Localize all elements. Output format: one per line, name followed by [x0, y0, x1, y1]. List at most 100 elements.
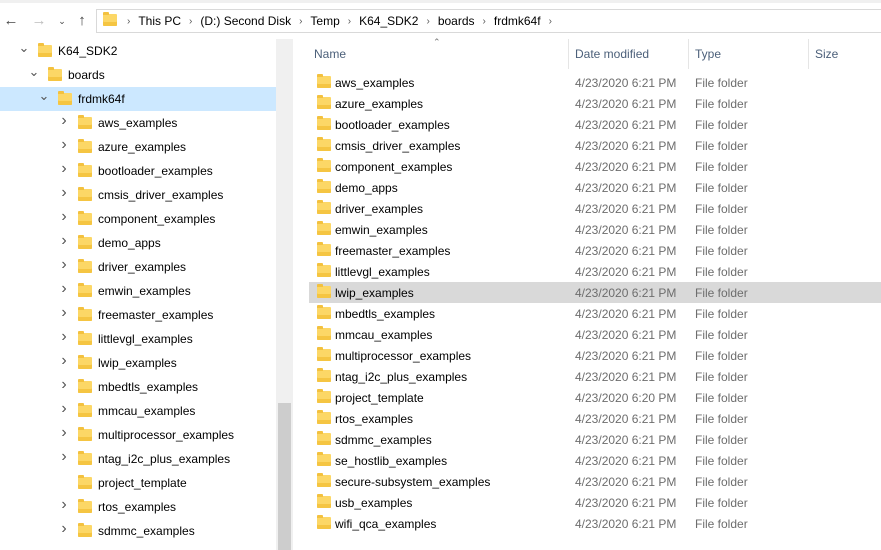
column-divider[interactable] — [688, 39, 689, 69]
column-divider[interactable] — [568, 39, 569, 69]
tree-item[interactable]: › mmcau_examples — [0, 399, 276, 423]
file-row[interactable]: demo_apps 4/23/2020 6:21 PM File folder — [309, 177, 881, 198]
chevron-down-icon[interactable]: ⌄ — [28, 65, 40, 78]
address-bar[interactable]: › This PC › (D:) Second Disk › Temp › K64_SDK2 ›… — [96, 9, 881, 33]
chevron-right-icon[interactable]: › — [58, 377, 70, 393]
file-name: usb_examples — [335, 496, 413, 510]
file-row[interactable]: multiprocessor_examples 4/23/2020 6:21 PM… — [309, 345, 881, 366]
tree-item[interactable]: › littlevgl_examples — [0, 327, 276, 351]
chevron-right-icon[interactable]: › — [58, 161, 70, 177]
tree-item[interactable]: › emwin_examples — [0, 279, 276, 303]
breadcrumb-item[interactable]: boards — [438, 14, 475, 28]
breadcrumb-separator-chevron-icon[interactable]: › — [475, 16, 494, 27]
file-row[interactable]: freemaster_examples 4/23/2020 6:21 PM File… — [309, 240, 881, 261]
file-type: File folder — [695, 97, 748, 111]
column-header-date-modified[interactable]: Date modified — [575, 47, 649, 61]
tree-item[interactable]: › ntag_i2c_plus_examples — [0, 447, 276, 471]
file-row[interactable]: rtos_examples 4/23/2020 6:21 PM File folde… — [309, 408, 881, 429]
breadcrumb-item[interactable]: This PC — [138, 14, 181, 28]
chevron-right-icon[interactable]: › — [58, 497, 70, 513]
file-date-modified: 4/23/2020 6:21 PM — [575, 286, 677, 300]
tree-item-label: ntag_i2c_plus_examples — [98, 452, 231, 466]
recent-locations-chevron-icon[interactable]: ⌄ — [53, 11, 71, 31]
tree-scrollbar-thumb[interactable] — [278, 403, 291, 550]
file-row[interactable]: mbedtls_examples 4/23/2020 6:21 PM File fo… — [309, 303, 881, 324]
tree-item-label: mmcau_examples — [98, 404, 196, 418]
up-arrow-icon[interactable]: ↑ — [73, 11, 91, 31]
breadcrumb-item[interactable]: Temp — [310, 14, 339, 28]
file-row[interactable]: cmsis_driver_examples 4/23/2020 6:21 PM Fi… — [309, 135, 881, 156]
chevron-down-icon[interactable]: ⌄ — [38, 89, 50, 102]
tree-item-label: boards — [68, 68, 105, 82]
chevron-right-icon[interactable]: › — [58, 185, 70, 201]
file-name: mmcau_examples — [335, 328, 433, 342]
tree-item[interactable]: › azure_examples — [0, 135, 276, 159]
tree-item[interactable]: › component_examples — [0, 207, 276, 231]
chevron-right-icon[interactable]: › — [58, 257, 70, 273]
file-row[interactable]: aws_examples 4/23/2020 6:21 PM File folder — [309, 72, 881, 93]
chevron-right-icon[interactable]: › — [58, 521, 70, 537]
tree-item[interactable]: › lwip_examples — [0, 351, 276, 375]
column-header-type[interactable]: Type — [695, 47, 721, 61]
file-row[interactable]: lwip_examples 4/23/2020 6:21 PM File folde… — [309, 282, 881, 303]
file-row[interactable]: driver_examples 4/23/2020 6:21 PM File fol… — [309, 198, 881, 219]
breadcrumb-item[interactable]: frdmk64f — [494, 14, 541, 28]
tree-item[interactable]: ⌄ boards — [0, 63, 276, 87]
chevron-down-icon[interactable]: ⌄ — [18, 41, 30, 54]
folder-icon — [38, 43, 52, 57]
chevron-right-icon[interactable]: › — [58, 329, 70, 345]
file-row[interactable]: bootloader_examples 4/23/2020 6:21 PM File… — [309, 114, 881, 135]
tree-item[interactable]: › demo_apps — [0, 231, 276, 255]
file-row[interactable]: sdmmc_examples 4/23/2020 6:21 PM File fold… — [309, 429, 881, 450]
chevron-right-icon[interactable]: › — [58, 209, 70, 225]
folder-icon — [78, 451, 92, 465]
file-row[interactable]: emwin_examples 4/23/2020 6:21 PM File fold… — [309, 219, 881, 240]
column-divider[interactable] — [808, 39, 809, 69]
file-row[interactable]: ntag_i2c_plus_examples 4/23/2020 6:21 PM F… — [309, 366, 881, 387]
breadcrumb-item[interactable]: (D:) Second Disk — [200, 14, 291, 28]
chevron-right-icon[interactable]: › — [58, 113, 70, 129]
breadcrumb-separator-chevron-icon[interactable]: › — [119, 16, 138, 27]
column-header-size[interactable]: Size — [815, 47, 838, 61]
tree-item[interactable]: › aws_examples — [0, 111, 276, 135]
tree-item[interactable]: › bootloader_examples — [0, 159, 276, 183]
folder-icon — [317, 473, 331, 487]
file-row[interactable]: se_hostlib_examples 4/23/2020 6:21 PM File… — [309, 450, 881, 471]
tree-item[interactable]: › sdmmc_examples — [0, 519, 276, 543]
file-row[interactable]: usb_examples 4/23/2020 6:21 PM File folder — [309, 492, 881, 513]
file-row[interactable]: mmcau_examples 4/23/2020 6:21 PM File fold… — [309, 324, 881, 345]
file-row[interactable]: secure-subsystem_examples 4/23/2020 6:21 … — [309, 471, 881, 492]
breadcrumb-separator-chevron-icon[interactable]: › — [418, 16, 437, 27]
breadcrumb-separator-chevron-icon[interactable]: › — [340, 16, 359, 27]
breadcrumb-separator-chevron-icon[interactable]: › — [181, 16, 200, 27]
chevron-right-icon[interactable]: › — [58, 281, 70, 297]
chevron-right-icon[interactable]: › — [58, 353, 70, 369]
tree-item[interactable]: › cmsis_driver_examples — [0, 183, 276, 207]
chevron-right-icon[interactable]: › — [58, 233, 70, 249]
breadcrumb-separator-chevron-icon[interactable]: › — [541, 16, 560, 27]
file-row[interactable]: component_examples 4/23/2020 6:21 PM File … — [309, 156, 881, 177]
tree-item[interactable]: ⌄ frdmk64f — [0, 87, 276, 111]
file-row[interactable]: azure_examples 4/23/2020 6:21 PM File fold… — [309, 93, 881, 114]
chevron-right-icon[interactable]: › — [58, 137, 70, 153]
breadcrumb-item[interactable]: K64_SDK2 — [359, 14, 418, 28]
column-header-name[interactable]: Name — [314, 47, 346, 61]
forward-arrow-icon[interactable]: → — [30, 11, 48, 31]
tree-item[interactable]: › mbedtls_examples — [0, 375, 276, 399]
chevron-right-icon[interactable]: › — [58, 449, 70, 465]
tree-item[interactable]: › multiprocessor_examples — [0, 423, 276, 447]
tree-item[interactable]: › driver_examples — [0, 255, 276, 279]
tree-item[interactable]: › rtos_examples — [0, 495, 276, 519]
chevron-right-icon[interactable]: › — [58, 401, 70, 417]
file-row[interactable]: project_template 4/23/2020 6:20 PM File fo… — [309, 387, 881, 408]
breadcrumb-separator-chevron-icon[interactable]: › — [291, 16, 310, 27]
tree-item[interactable]: ⌄ K64_SDK2 — [0, 39, 276, 63]
file-row[interactable]: littlevgl_examples 4/23/2020 6:21 PM File … — [309, 261, 881, 282]
tree-item[interactable]: project_template — [0, 471, 276, 495]
file-row[interactable]: wifi_qca_examples 4/23/2020 6:21 PM File f… — [309, 513, 881, 534]
chevron-right-icon[interactable]: › — [58, 425, 70, 441]
tree-item[interactable]: › freemaster_examples — [0, 303, 276, 327]
file-name: freemaster_examples — [335, 244, 451, 258]
chevron-right-icon[interactable]: › — [58, 305, 70, 321]
back-arrow-icon[interactable]: ← — [2, 11, 20, 31]
